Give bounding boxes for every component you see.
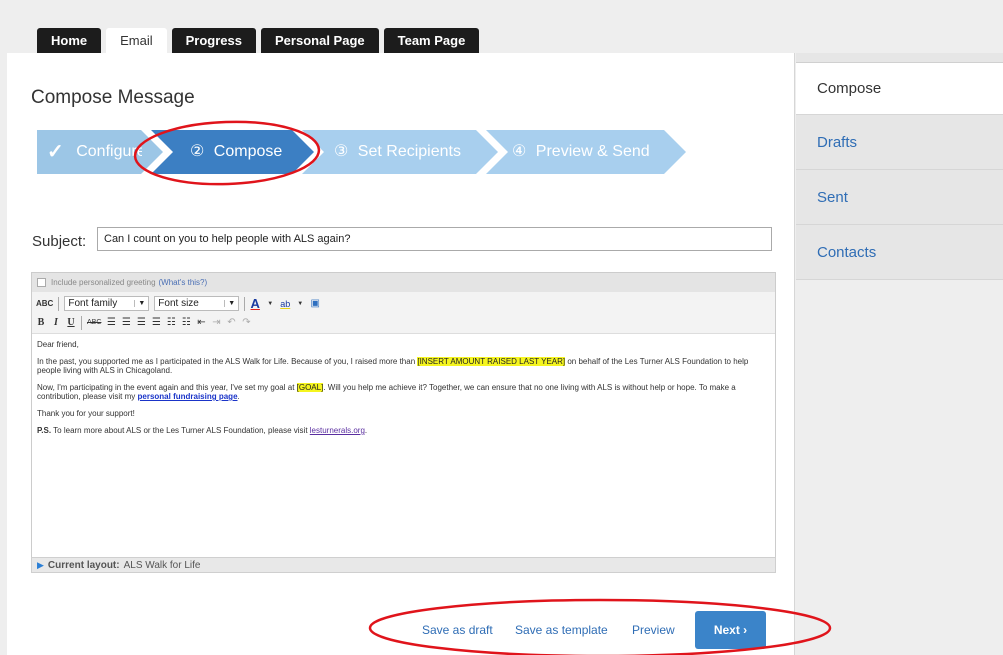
ps-label: P.S. <box>37 426 52 435</box>
current-layout-label: Current layout: <box>47 559 120 571</box>
bold-icon[interactable]: B <box>36 317 46 328</box>
email-sidebar: Compose Drafts Sent Contacts <box>796 53 1003 655</box>
redo-icon[interactable]: ↷ <box>241 317 251 328</box>
spellcheck-icon[interactable]: ABC <box>36 299 53 308</box>
step-configure[interactable]: ✓ Configure <box>47 130 142 174</box>
italic-icon[interactable]: I <box>51 317 61 328</box>
current-layout-bar[interactable]: ▶ Current layout: ALS Walk for Life <box>31 557 776 573</box>
preview-link[interactable]: Preview <box>632 623 675 637</box>
chevron-down-icon: ▼ <box>134 300 145 307</box>
highlighted-placeholder: [INSERT AMOUNT RAISED LAST YEAR] <box>417 357 566 366</box>
paste-word-icon[interactable]: ▣ <box>310 298 320 309</box>
message-editor: Include personalized greeting (What's th… <box>31 272 776 572</box>
strikethrough-icon[interactable]: ABC <box>87 319 101 326</box>
foundation-website-link[interactable]: lesturnerals.org <box>310 426 365 435</box>
greeting-label: Include personalized greeting <box>51 278 156 287</box>
personal-fundraising-page-link[interactable]: personal fundraising page <box>138 392 238 401</box>
toolbar-row-2: B I U ABC ☰ ☰ ☰ ☰ ☷ ☷ ⇤ ⇥ ↶ ↷ <box>36 313 771 332</box>
bullet-list-icon[interactable]: ☷ <box>166 317 176 328</box>
check-icon: ✓ <box>47 141 64 163</box>
step-preview-send[interactable]: ④ Preview & Send <box>512 130 650 174</box>
chevron-down-icon[interactable]: ▼ <box>265 301 275 307</box>
body-text: Now, I'm participating in the event agai… <box>37 383 297 392</box>
text-color-icon[interactable]: A <box>250 296 260 311</box>
highlight-color-icon[interactable]: ab <box>280 299 290 309</box>
step-compose-label: Compose <box>213 143 283 160</box>
font-family-select[interactable]: Font family ▼ <box>64 296 150 311</box>
chevron-down-icon: ▼ <box>224 300 235 307</box>
step-preview-send-label: Preview & Send <box>535 143 650 160</box>
body-text: To learn more about ALS or the Les Turne… <box>51 426 310 435</box>
body-text: . <box>237 392 240 401</box>
step-set-recipients-label: Set Recipients <box>357 143 461 160</box>
body-paragraph-1: In the past, you supported me as I parti… <box>37 357 770 375</box>
outdent-icon[interactable]: ⇤ <box>196 317 206 328</box>
sidebar-item-sent[interactable]: Sent <box>796 170 1003 225</box>
step-number-2-icon: ② <box>190 143 205 160</box>
tab-email[interactable]: Email <box>106 28 167 53</box>
numbered-list-icon[interactable]: ☷ <box>181 317 191 328</box>
compose-panel: Compose Message ✓ Configure ② Compose ③ … <box>7 53 795 655</box>
toolbar-row-1: ABC Font family ▼ Font size ▼ A ▼ ab ▼ ▣ <box>36 294 771 313</box>
tab-team-page[interactable]: Team Page <box>383 28 480 53</box>
body-paragraph-2: Now, I'm participating in the event agai… <box>37 383 770 401</box>
greeting-checkbox[interactable] <box>37 278 46 287</box>
step-set-recipients[interactable]: ③ Set Recipients <box>334 130 461 174</box>
toolbar-divider <box>244 296 246 311</box>
greeting-option-bar: Include personalized greeting (What's th… <box>32 273 775 292</box>
ps-paragraph: P.S. To learn more about ALS or the Les … <box>37 426 770 435</box>
undo-icon[interactable]: ↶ <box>226 317 236 328</box>
save-as-template-link[interactable]: Save as template <box>515 623 608 637</box>
align-right-icon[interactable]: ☰ <box>136 317 146 328</box>
font-size-label: Font size <box>158 298 199 309</box>
next-button[interactable]: Next › <box>695 611 766 649</box>
body-text: In the past, you supported me as I parti… <box>37 357 418 366</box>
subject-label: Subject: <box>32 233 87 250</box>
save-as-draft-link[interactable]: Save as draft <box>422 623 493 637</box>
editor-toolbar: ABC Font family ▼ Font size ▼ A ▼ ab ▼ ▣ B… <box>32 292 775 334</box>
chevron-down-icon[interactable]: ▼ <box>295 301 305 307</box>
font-family-label: Font family <box>68 298 118 309</box>
font-size-select[interactable]: Font size ▼ <box>154 296 240 311</box>
underline-icon[interactable]: U <box>66 317 76 328</box>
tab-personal-page[interactable]: Personal Page <box>261 28 379 53</box>
page-title: Compose Message <box>31 87 195 108</box>
subject-input[interactable] <box>97 227 772 251</box>
sidebar-item-contacts[interactable]: Contacts <box>796 225 1003 280</box>
indent-icon[interactable]: ⇥ <box>211 317 221 328</box>
step-configure-label: Configure <box>76 143 143 160</box>
thanks-line: Thank you for your support! <box>37 409 135 418</box>
message-body[interactable]: Dear friend, In the past, you supported … <box>32 334 775 449</box>
step-progress-bar: ✓ Configure ② Compose ③ Set Recipients ④… <box>37 130 687 174</box>
align-center-icon[interactable]: ☰ <box>121 317 131 328</box>
expand-triangle-icon: ▶ <box>37 559 44 570</box>
step-number-3-icon: ③ <box>334 143 349 160</box>
whats-this-link[interactable]: (What's this?) <box>159 278 208 287</box>
sidebar-item-compose[interactable]: Compose <box>796 63 1003 115</box>
step-number-4-icon: ④ <box>512 143 527 160</box>
top-tab-bar: Home Email Progress Personal Page Team P… <box>37 28 480 53</box>
tab-home[interactable]: Home <box>37 28 102 53</box>
body-text: . <box>364 426 368 435</box>
align-justify-icon[interactable]: ☰ <box>151 317 161 328</box>
tab-progress[interactable]: Progress <box>171 28 257 53</box>
toolbar-divider <box>81 315 82 330</box>
salutation: Dear friend, <box>37 340 79 349</box>
sidebar-header-strip <box>796 53 1003 63</box>
highlighted-placeholder: [GOAL] <box>296 383 324 392</box>
step-compose[interactable]: ② Compose <box>190 130 282 174</box>
sidebar-item-drafts[interactable]: Drafts <box>796 115 1003 170</box>
current-layout-value: ALS Walk for Life <box>123 559 201 571</box>
align-left-icon[interactable]: ☰ <box>106 317 116 328</box>
toolbar-divider <box>58 296 60 311</box>
